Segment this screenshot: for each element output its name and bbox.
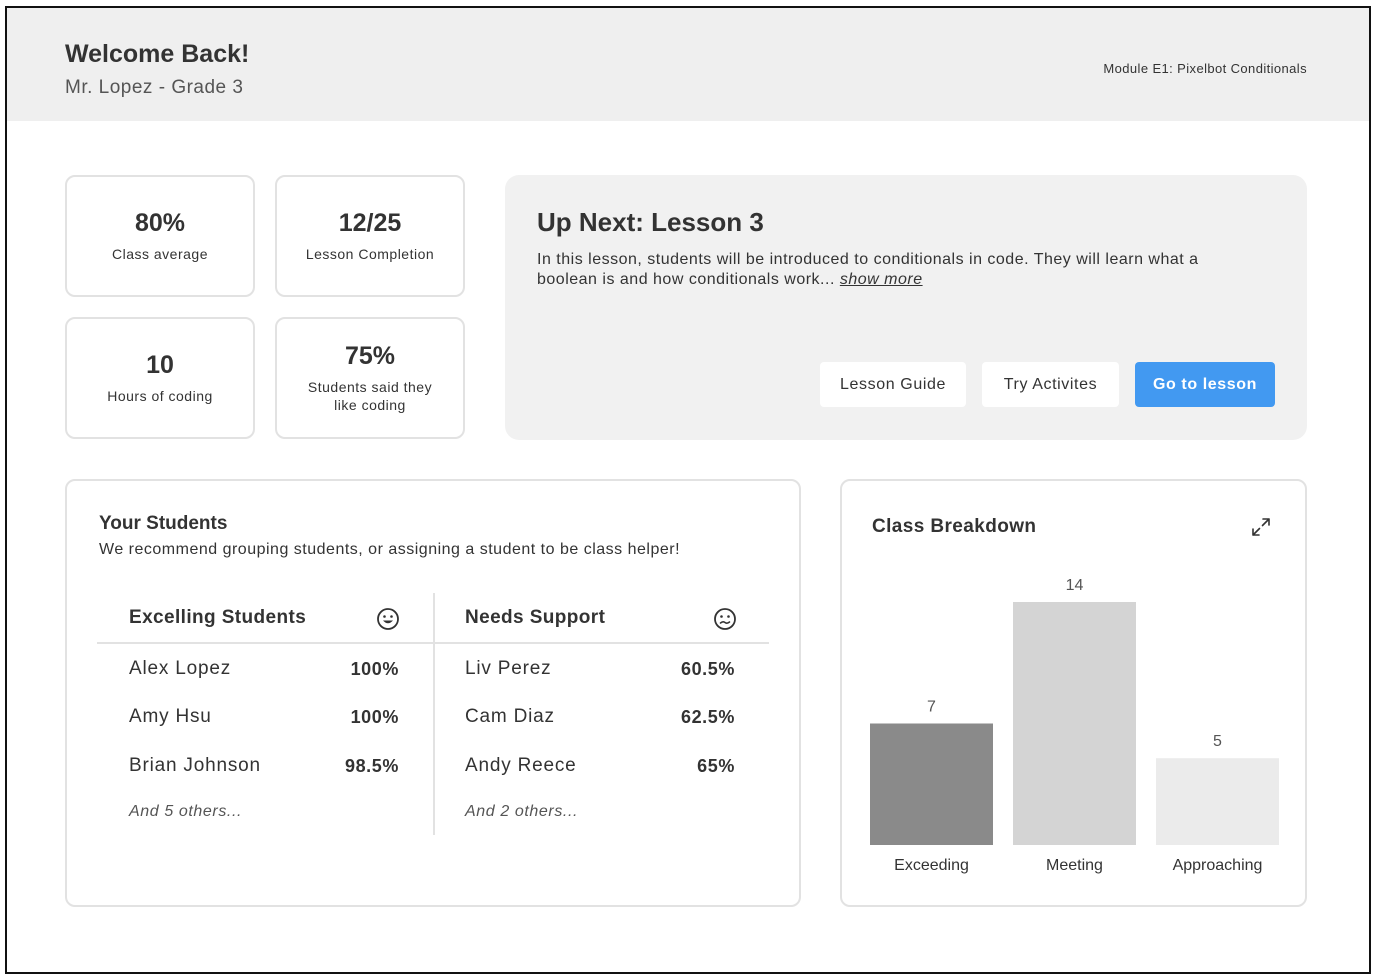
student-score: 62.5% [680, 707, 735, 727]
student-name: Cam Diaz [465, 706, 555, 727]
student-name: Amy Hsu [129, 706, 212, 727]
bar-meeting [1013, 602, 1136, 845]
student-name: Andy Reece [465, 755, 577, 776]
welcome-title: Welcome Back! [65, 40, 250, 68]
student-score: 98.5% [344, 756, 399, 776]
bar-value-label: 14 [1066, 577, 1084, 594]
stat-value: 10 [146, 351, 174, 379]
bar-value-label: 7 [927, 699, 936, 716]
stat-value: 80% [134, 209, 186, 237]
up-next-panel: Up Next: Lesson 3 In this lesson, studen… [505, 175, 1307, 440]
module-label: Module E1: Pixelbot Conditionals [1103, 61, 1307, 76]
bar-exceeding [870, 723, 993, 845]
up-next-title: Up Next: Lesson 3 [537, 207, 764, 237]
needs-support-others-link[interactable]: And 2 others... [465, 803, 578, 821]
students-title: Your Students [99, 513, 228, 534]
student-score: 65% [697, 756, 735, 776]
excelling-students-title: Excelling Students [129, 607, 307, 628]
class-breakdown-card: Class Breakdown 7 Exceeding 14 Meeting 5 Appr… [840, 479, 1307, 907]
stat-label: Hours of coding [107, 388, 213, 404]
stat-label: Lesson Completion [305, 246, 435, 262]
up-next-description: In this lesson, students will be introdu… [537, 250, 1257, 290]
category-label: Approaching [1173, 857, 1263, 874]
stat-value: 75% [344, 342, 396, 370]
category-label: Meeting [1046, 857, 1103, 874]
try-activities-button[interactable]: Try Activites [982, 362, 1119, 407]
category-label: Exceeding [894, 857, 969, 874]
stat-value: 12/25 [338, 209, 402, 237]
column-divider [433, 593, 435, 835]
show-more-link[interactable]: show more [840, 271, 923, 288]
student-name: Alex Lopez [129, 658, 232, 679]
student-name: Brian Johnson [129, 755, 261, 776]
header-divider [97, 642, 769, 644]
needs-support-title: Needs Support [465, 607, 606, 628]
go-to-lesson-button[interactable]: Go to lesson [1135, 362, 1275, 407]
excelling-others-link[interactable]: And 5 others... [129, 803, 242, 821]
class-breakdown-chart: 7 Exceeding 14 Meeting 5 Approaching [870, 577, 1279, 874]
page-header: Welcome Back! Mr. Lopez - Grade 3 Module… [7, 8, 1369, 121]
stat-label: Students said they like coding [307, 379, 433, 413]
stat-card-hours-coding: 10 Hours of coding [65, 317, 255, 439]
confused-face-icon [714, 608, 736, 630]
students-subtitle: We recommend grouping students, or assig… [99, 541, 681, 558]
student-score: 100% [350, 707, 399, 727]
student-name: Liv Perez [465, 658, 552, 679]
happy-face-icon [377, 608, 399, 630]
stat-label: Class average [112, 246, 208, 262]
student-score: 60.5% [680, 659, 735, 679]
stat-card-lesson-completion: 12/25 Lesson Completion [275, 175, 465, 297]
lesson-guide-button[interactable]: Lesson Guide [820, 362, 966, 407]
stat-card-class-average: 80% Class average [65, 175, 255, 297]
teacher-subtitle: Mr. Lopez - Grade 3 [65, 77, 244, 98]
your-students-card: Your Students We recommend grouping stud… [65, 479, 801, 907]
student-score: 100% [350, 659, 399, 679]
bar-approaching [1156, 758, 1279, 845]
bar-value-label: 5 [1213, 733, 1222, 750]
stat-card-like-coding: 75% Students said they like coding [275, 317, 465, 439]
